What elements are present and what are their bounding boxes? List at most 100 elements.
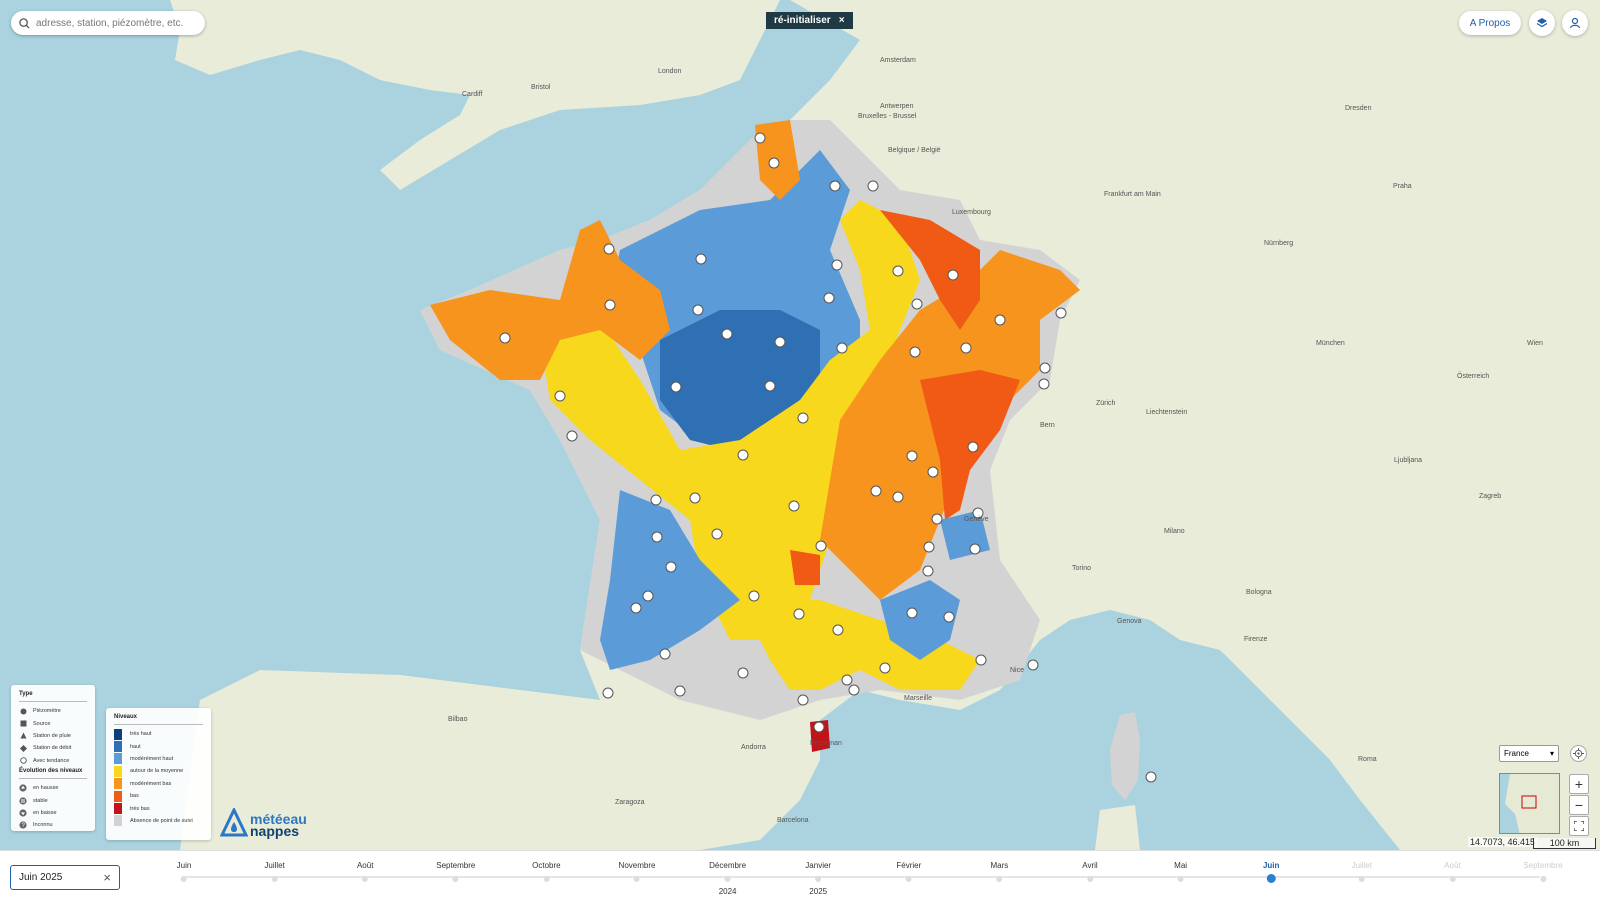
map-label-zaragoza: Zaragoza [615, 799, 645, 806]
timeline-month[interactable]: Juillet [264, 851, 285, 882]
close-icon[interactable]: × [839, 15, 845, 26]
fullscreen-icon [1574, 821, 1584, 831]
timeline-month[interactable]: Décembre [709, 851, 746, 882]
timeline-month-dot[interactable] [905, 876, 912, 882]
divider [114, 724, 203, 725]
timeline-month[interactable]: Avril [1082, 851, 1098, 882]
timeline-month-dot[interactable] [181, 876, 187, 882]
question-icon: ? [19, 821, 27, 829]
zoom-in-button[interactable]: + [1569, 774, 1589, 794]
fullscreen-button[interactable] [1569, 816, 1589, 836]
layers-button[interactable] [1529, 10, 1555, 36]
circle-icon [19, 707, 27, 715]
map-label-genova: Genova [1117, 618, 1142, 625]
timeline-month[interactable]: Août [357, 851, 373, 882]
timeline-month-dot[interactable] [1449, 876, 1456, 882]
timeline-track[interactable] [184, 876, 1540, 878]
reset-label: ré-initialiser [774, 15, 831, 26]
timeline-month-dot[interactable] [362, 876, 369, 882]
timeline-month-dot[interactable] [815, 876, 822, 882]
timeline-month-dot[interactable] [543, 876, 550, 882]
triangle-icon [19, 732, 27, 740]
about-button[interactable]: A Propos [1459, 11, 1521, 35]
timeline-month-dot[interactable] [1177, 876, 1184, 882]
search-bar[interactable] [11, 11, 205, 35]
map-label-liechtenstein: Liechtenstein [1146, 409, 1187, 416]
legend-item-station-pluie: Station de pluie [19, 730, 87, 742]
equal-icon [19, 796, 27, 805]
timeline-month-dot[interactable] [634, 876, 640, 882]
legend-item-station-debit: Station de débit [19, 742, 87, 754]
timeline-month-label: Août [356, 861, 374, 870]
timeline-month[interactable]: Septembre [1523, 851, 1563, 882]
scale-bar: 100 km [1533, 838, 1596, 849]
timeline-month-label: Juillet [264, 861, 285, 870]
square-icon [19, 720, 27, 728]
timeline-bar: Juin 2025 × Juin Juillet Août Septembre Octo… [0, 850, 1600, 901]
legend-type-title: Type [19, 691, 33, 697]
timeline-month-dot[interactable] [1266, 874, 1276, 883]
clear-date-icon[interactable]: × [103, 870, 111, 885]
swatch [114, 790, 122, 802]
cursor-coordinates: 14.7073, 46.415 [1468, 837, 1538, 847]
timeline-month-dot[interactable] [452, 876, 459, 882]
timeline-month-dot[interactable] [1086, 876, 1093, 882]
timeline-month-dot[interactable] [1358, 876, 1365, 882]
timeline-month-label: Juin [176, 861, 192, 870]
timeline-month[interactable]: Mai [1174, 851, 1187, 882]
timeline-month-label: Septembre [436, 861, 476, 870]
timeline-month[interactable]: Novembre [619, 851, 655, 882]
timeline-month[interactable]: Juillet [1352, 851, 1372, 882]
land-sardinia [1095, 805, 1140, 850]
map-canvas[interactable]: London Bristol Cardiff Amsterdam Antwerp… [0, 0, 1600, 850]
map-label-wien: Wien [1527, 340, 1543, 347]
timeline-month-dot[interactable] [724, 876, 731, 882]
arrow-down-icon [19, 809, 27, 817]
reset-filter-chip[interactable]: ré-initialiser × [766, 12, 853, 29]
logo-line2: nappes [250, 823, 300, 839]
ring-icon [19, 757, 27, 765]
user-icon [1569, 17, 1581, 29]
legend-level-haut: haut [114, 740, 203, 753]
timeline-month[interactable]: Juin [176, 851, 192, 882]
timeline-month[interactable]: Juin [1263, 851, 1279, 883]
legend-item-source: Source [19, 717, 87, 729]
timeline-month[interactable]: Février [896, 851, 921, 882]
crosshair-icon [1573, 748, 1584, 759]
map-label-firenze: Firenze [1244, 636, 1267, 643]
map-label-torino: Torino [1072, 565, 1091, 572]
overview-minimap[interactable] [1499, 773, 1560, 834]
meteeau-nappes-logo: météeau nappes [220, 808, 307, 838]
timeline-month[interactable]: Août [1444, 851, 1461, 882]
divider [19, 777, 87, 779]
swatch [114, 753, 122, 765]
timeline-month[interactable]: Janvier [805, 851, 831, 882]
zoom-out-button[interactable]: − [1569, 795, 1589, 815]
chevron-down-icon: ▾ [1549, 749, 1554, 758]
timeline-month-label: Septembre [1523, 861, 1563, 870]
timeline-month-label: Février [896, 861, 922, 870]
map-label-zagreb: Zagreb [1479, 493, 1501, 500]
timeline-month[interactable]: Septembre [436, 851, 475, 882]
map-label-frankfurt: Frankfurt am Main [1104, 191, 1161, 198]
locate-button[interactable] [1570, 745, 1587, 762]
legend-item-inconnu: ? Inconnu [19, 819, 87, 831]
swatch [114, 741, 122, 753]
country-select[interactable]: France ▾ [1499, 745, 1559, 762]
swatch [114, 765, 122, 777]
date-field[interactable]: Juin 2025 × [10, 865, 120, 890]
timeline-month[interactable]: Mars [991, 851, 1008, 882]
divider [19, 701, 87, 702]
timeline-month-dot[interactable] [1539, 876, 1546, 882]
map-label-milano: Milano [1164, 528, 1185, 535]
account-button[interactable] [1562, 10, 1588, 36]
map-label-london: London [658, 68, 681, 75]
timeline-month[interactable]: Octobre [532, 851, 561, 882]
timeline-month-dot[interactable] [996, 876, 1003, 882]
map-label-bristol: Bristol [531, 84, 551, 91]
timeline-month-label: Avril [1082, 861, 1098, 870]
legend-item-baisse: en baisse [19, 807, 87, 819]
map-label-bern: Bern [1040, 422, 1055, 429]
timeline-month-dot[interactable] [271, 876, 278, 882]
search-input[interactable] [36, 17, 196, 29]
